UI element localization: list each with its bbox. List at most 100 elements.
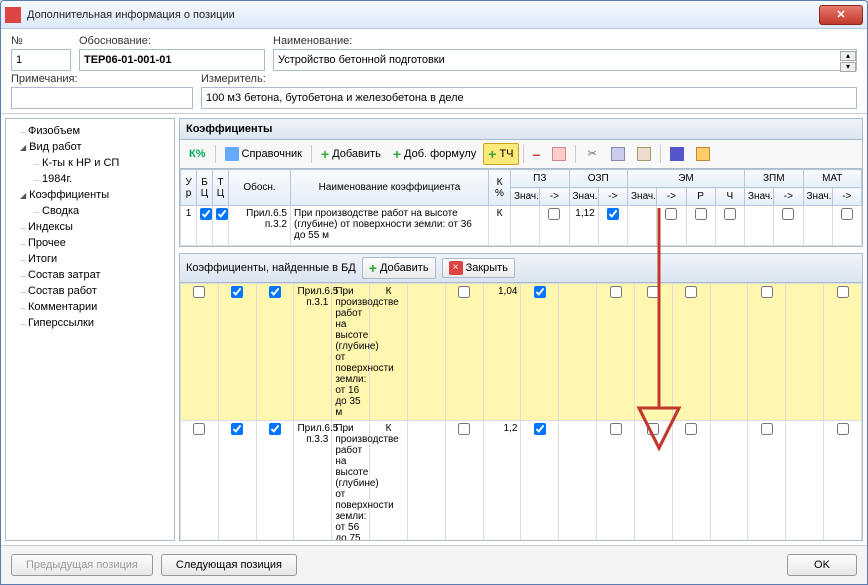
izm-label: Измеритель: — [201, 73, 857, 85]
db-bar: Коэффициенты, найденные в БД +Добавить ×… — [179, 253, 863, 283]
tree-item[interactable]: Гиперссылки — [6, 315, 174, 331]
tree-item[interactable]: К-ты к НР и СП — [6, 155, 174, 171]
window: Дополнительная информация о позиции ✕ № … — [0, 0, 868, 585]
ref-button[interactable]: Справочник — [220, 144, 308, 164]
db-close-button[interactable]: ×Закрыть — [442, 258, 515, 278]
grid-checkbox[interactable] — [647, 286, 659, 298]
save-button[interactable] — [665, 144, 689, 164]
remove-button[interactable]: – — [528, 143, 546, 165]
close-button[interactable]: ✕ — [819, 5, 863, 25]
prim-label: Примечания: — [11, 73, 193, 85]
osn-label: Обоснование: — [79, 35, 265, 47]
table-row[interactable]: 1 Прил.6.5 п.3.2 При производстве работ … — [181, 206, 862, 246]
grid-checkbox[interactable] — [231, 423, 243, 435]
tree-item[interactable]: Итоги — [6, 251, 174, 267]
paste-button[interactable] — [632, 144, 656, 164]
tree-item[interactable]: Физобъем — [6, 123, 174, 139]
grid1-wrap: У р Б Ц Т Ц Обосн. Наименование коэффици… — [179, 169, 863, 247]
grid-checkbox[interactable] — [269, 286, 281, 298]
db-add-button[interactable]: +Добавить — [362, 257, 436, 279]
grid-checkbox[interactable] — [610, 286, 622, 298]
erase-button[interactable] — [547, 144, 571, 164]
plus-icon: + — [321, 146, 329, 162]
tree-item[interactable]: Прочее — [6, 235, 174, 251]
panel-title: Коэффициенты — [179, 118, 863, 140]
tree-item[interactable]: Комментарии — [6, 299, 174, 315]
app-icon — [5, 7, 21, 23]
close-db-icon: × — [449, 261, 463, 275]
open-icon — [696, 147, 710, 161]
kpct-button[interactable]: К% — [184, 145, 211, 163]
tree-item[interactable]: 1984г. — [6, 171, 174, 187]
grid-checkbox[interactable] — [458, 286, 470, 298]
open-button[interactable] — [691, 144, 715, 164]
toolbar: К% Справочник +Добавить +Доб. формулу +Т… — [179, 140, 863, 169]
tree-item[interactable]: Индексы — [6, 219, 174, 235]
grid-checkbox[interactable] — [534, 423, 546, 435]
grid-checkbox[interactable] — [607, 208, 619, 220]
paste-icon — [637, 147, 651, 161]
grid-checkbox[interactable] — [200, 208, 212, 220]
grid-checkbox[interactable] — [837, 286, 849, 298]
naim-label: Наименование: — [273, 35, 857, 47]
izm-input[interactable] — [201, 87, 857, 109]
grid-checkbox[interactable] — [216, 208, 228, 220]
table-row[interactable]: Прил.6.5 п.3.3 При производстве работ на… — [181, 421, 862, 542]
naim-scroll-up[interactable]: ▴ — [840, 51, 856, 61]
plus-formula-icon: + — [393, 146, 401, 162]
grid-checkbox[interactable] — [193, 286, 205, 298]
osn-input[interactable] — [79, 49, 265, 71]
book-icon — [225, 147, 239, 161]
titlebar: Дополнительная информация о позиции ✕ — [1, 1, 867, 29]
cut-icon: ✂ — [585, 147, 599, 161]
header-area: № Обоснование: Наименование: ▴ ▾ Примеча… — [1, 29, 867, 113]
grid-checkbox[interactable] — [837, 423, 849, 435]
next-button[interactable]: Следующая позиция — [161, 554, 297, 576]
tch-button[interactable]: +ТЧ — [483, 143, 518, 165]
naim-scroll-down[interactable]: ▾ — [840, 62, 856, 72]
tree-item[interactable]: Вид работ — [6, 139, 174, 155]
add-button[interactable]: +Добавить — [316, 143, 386, 165]
prim-input[interactable] — [11, 87, 193, 109]
tree-item[interactable]: Сводка — [6, 203, 174, 219]
table-row[interactable]: Прил.6.5 п.3.1 При производстве работ на… — [181, 284, 862, 421]
db-bar-title: Коэффициенты, найденные в БД — [186, 262, 356, 274]
grid2: Прил.6.5 п.3.1 При производстве работ на… — [180, 283, 862, 541]
prev-button[interactable]: Предыдущая позиция — [11, 554, 153, 576]
grid-checkbox[interactable] — [841, 208, 853, 220]
grid-checkbox[interactable] — [724, 208, 736, 220]
add-formula-button[interactable]: +Доб. формулу — [388, 143, 481, 165]
grid-checkbox[interactable] — [231, 286, 243, 298]
grid1: У р Б Ц Т Ц Обосн. Наименование коэффици… — [180, 169, 862, 246]
ok-button[interactable]: OK — [787, 554, 857, 576]
plus-tch-icon: + — [488, 146, 496, 162]
grid-checkbox[interactable] — [548, 208, 560, 220]
tree-panel: ФизобъемВид работК-ты к НР и СП1984г.Коэ… — [5, 118, 175, 541]
num-input[interactable] — [11, 49, 71, 71]
footer: Предыдущая позиция Следующая позиция OK — [1, 545, 867, 584]
minus-icon: – — [533, 146, 541, 162]
grid-checkbox[interactable] — [458, 423, 470, 435]
save-icon — [670, 147, 684, 161]
grid-checkbox[interactable] — [685, 423, 697, 435]
naim-input[interactable] — [273, 49, 857, 71]
grid-checkbox[interactable] — [647, 423, 659, 435]
cut-button[interactable]: ✂ — [580, 144, 604, 164]
grid-checkbox[interactable] — [761, 423, 773, 435]
grid-checkbox[interactable] — [193, 423, 205, 435]
eraser-icon — [552, 147, 566, 161]
copy-button[interactable] — [606, 144, 630, 164]
grid-checkbox[interactable] — [269, 423, 281, 435]
grid-checkbox[interactable] — [685, 286, 697, 298]
tree-item[interactable]: Состав работ — [6, 283, 174, 299]
tree-item[interactable]: Коэффициенты — [6, 187, 174, 203]
grid-checkbox[interactable] — [782, 208, 794, 220]
grid-checkbox[interactable] — [534, 286, 546, 298]
kpct-icon: К% — [189, 148, 206, 160]
grid-checkbox[interactable] — [761, 286, 773, 298]
grid2-wrap: Прил.6.5 п.3.1 При производстве работ на… — [179, 283, 863, 541]
grid-checkbox[interactable] — [665, 208, 677, 220]
grid-checkbox[interactable] — [695, 208, 707, 220]
grid-checkbox[interactable] — [610, 423, 622, 435]
tree-item[interactable]: Состав затрат — [6, 267, 174, 283]
